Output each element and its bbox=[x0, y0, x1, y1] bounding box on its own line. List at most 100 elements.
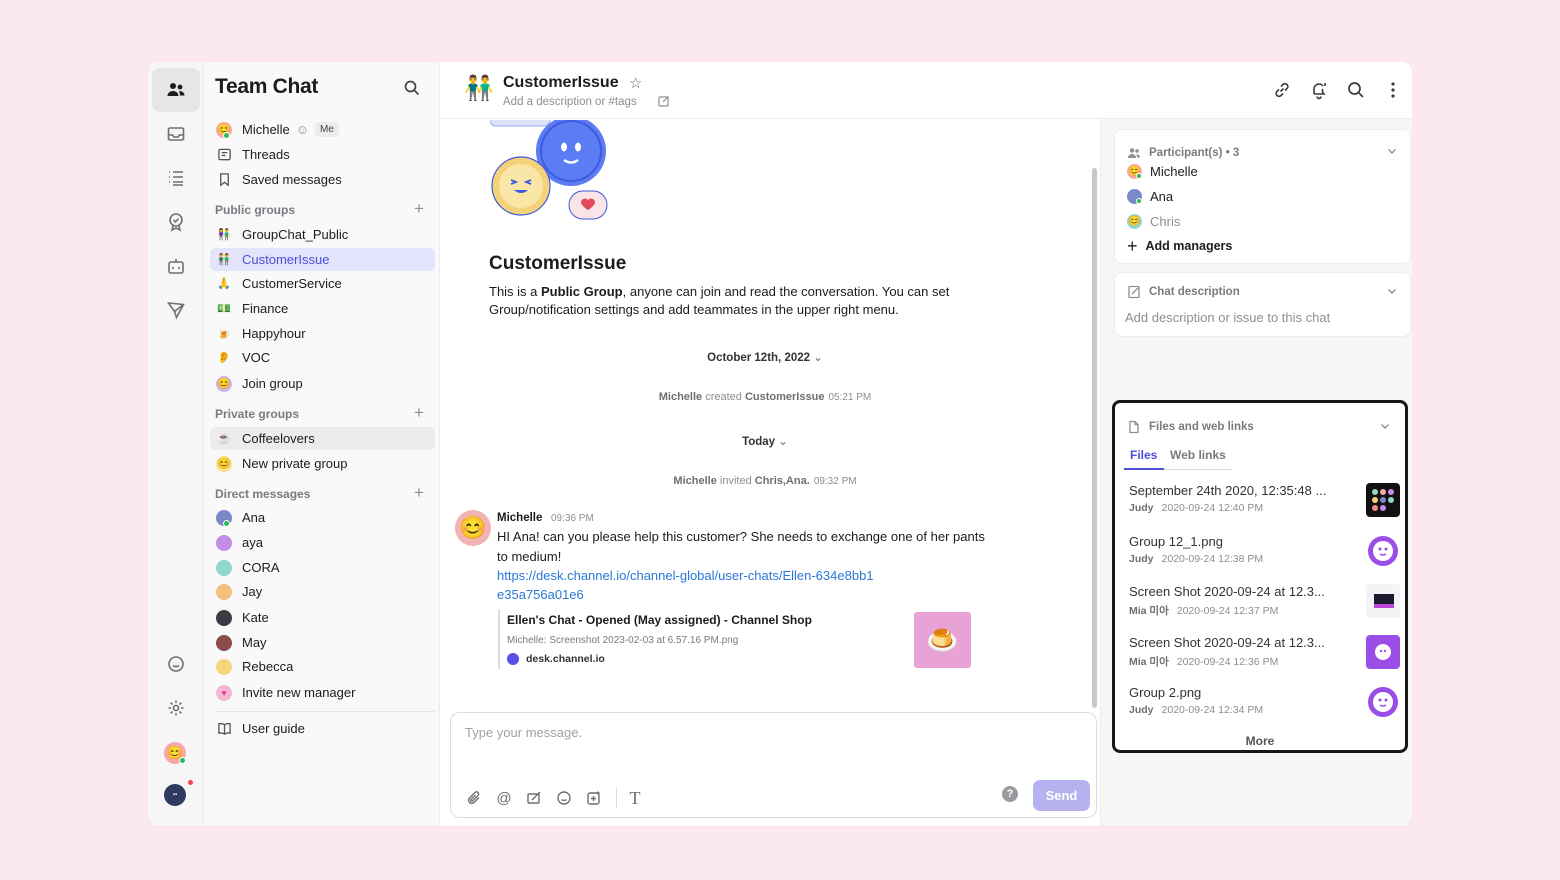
list-icon[interactable] bbox=[152, 156, 200, 200]
add-direct-message-button[interactable]: + bbox=[414, 484, 424, 501]
chat-description-input[interactable]: Add description or issue to this chat bbox=[1125, 310, 1330, 325]
file-thumbnail[interactable] bbox=[1366, 584, 1400, 618]
scrollbar-thumb[interactable] bbox=[1092, 168, 1097, 708]
attach-icon[interactable] bbox=[465, 789, 483, 807]
chat-description-heading[interactable]: Chat description bbox=[1127, 285, 1240, 299]
avatar bbox=[1127, 189, 1142, 204]
files-heading[interactable]: Files and web links bbox=[1127, 420, 1254, 434]
sidebar-item-saved-messages[interactable]: Saved messages bbox=[210, 168, 435, 191]
inbox-icon[interactable] bbox=[152, 112, 200, 156]
file-item[interactable]: Group 2.png Judy 2020-09-24 12:34 PM bbox=[1129, 685, 1400, 719]
sidebar-item-finance[interactable]: 💵 Finance bbox=[210, 297, 435, 320]
file-thumbnail[interactable] bbox=[1366, 534, 1400, 568]
star-icon[interactable]: ☆ bbox=[629, 74, 642, 92]
sidebar-item-new-private-group[interactable]: 😊 New private group bbox=[210, 452, 435, 475]
scrollbar[interactable] bbox=[1089, 120, 1100, 710]
sidebar-item-dm-kate[interactable]: Kate bbox=[210, 606, 435, 629]
sidebar-item-coffeelovers[interactable]: ☕ Coffeelovers bbox=[210, 427, 435, 450]
sidebar-item-join-group[interactable]: 😊 Join group bbox=[210, 372, 435, 395]
sidebar-item-customerservice[interactable]: 🙏 CustomerService bbox=[210, 272, 435, 295]
message-link[interactable]: https://desk.channel.io/channel-global/u… bbox=[497, 566, 877, 604]
text-format-icon[interactable]: T bbox=[626, 788, 644, 808]
bell-icon[interactable] bbox=[1309, 80, 1329, 100]
add-app-icon[interactable] bbox=[585, 789, 603, 807]
sidebar-item-voc[interactable]: 👂 VOC bbox=[210, 346, 435, 369]
file-meta: Judy 2020-09-24 12:34 PM bbox=[1129, 704, 1264, 716]
bot-icon[interactable] bbox=[152, 244, 200, 288]
file-name: Screen Shot 2020-09-24 at 12.3... bbox=[1129, 584, 1325, 599]
sidebar-item-dm-ana[interactable]: Ana bbox=[210, 506, 435, 529]
chat-description-field[interactable]: Add a description or #tags bbox=[503, 96, 637, 108]
message-composer[interactable]: Type your message. @ T ? Send bbox=[450, 712, 1097, 818]
date-separator[interactable]: Today ⌄ bbox=[440, 434, 1090, 448]
emoji-icon[interactable] bbox=[555, 789, 573, 807]
tab-web-links[interactable]: Web links bbox=[1170, 448, 1226, 462]
file-thumbnail[interactable] bbox=[1366, 685, 1400, 719]
file-name: September 24th 2020, 12:35:48 ... bbox=[1129, 483, 1327, 498]
sidebar-item-invite-new-manager[interactable]: ♥ Invite new manager bbox=[210, 681, 435, 704]
sidebar-item-label: Jay bbox=[242, 584, 263, 599]
sidebar-item-me[interactable]: 😊 Michelle ☺ Me bbox=[210, 118, 435, 141]
participant-row[interactable]: 😊 Michelle bbox=[1127, 164, 1198, 179]
add-public-group-button[interactable]: + bbox=[414, 200, 424, 217]
message-avatar[interactable]: 😊 bbox=[455, 510, 491, 546]
add-managers-button[interactable]: + Add managers bbox=[1127, 236, 1232, 256]
file-thumbnail[interactable] bbox=[1366, 483, 1400, 517]
message-author[interactable]: Michelle bbox=[497, 512, 542, 524]
mention-icon[interactable]: @ bbox=[495, 789, 513, 807]
plus-icon: + bbox=[1127, 236, 1138, 256]
gear-icon[interactable] bbox=[152, 686, 200, 730]
nav-rail: 😊 ▪▪ bbox=[148, 62, 204, 826]
sidebar-item-user-guide[interactable]: User guide bbox=[210, 717, 435, 740]
file-item[interactable]: Screen Shot 2020-09-24 at 12.3... Mia 미아… bbox=[1129, 584, 1400, 618]
edit-icon[interactable] bbox=[658, 95, 670, 110]
file-item[interactable]: Group 12_1.png Judy 2020-09-24 12:38 PM bbox=[1129, 534, 1400, 568]
sidebar-item-dm-rebecca[interactable]: Rebecca bbox=[210, 655, 435, 678]
badge-check-icon[interactable] bbox=[152, 200, 200, 244]
link-preview[interactable]: Ellen's Chat - Opened (May assigned) - C… bbox=[498, 609, 978, 669]
participant-row[interactable]: 😊 Chris bbox=[1127, 214, 1180, 229]
participant-row[interactable]: Ana bbox=[1127, 189, 1173, 204]
group-emoji-icon: ☕ bbox=[217, 433, 231, 445]
send-icon[interactable] bbox=[152, 288, 200, 332]
search-icon[interactable] bbox=[1346, 80, 1366, 100]
note-icon[interactable] bbox=[525, 789, 543, 807]
sidebar-item-happyhour[interactable]: 🍺 Happyhour bbox=[210, 322, 435, 345]
link-icon[interactable] bbox=[1272, 80, 1292, 100]
more-files-button[interactable]: More bbox=[1115, 734, 1405, 748]
sidebar-item-dm-may[interactable]: May bbox=[210, 631, 435, 654]
status-emoji-icon[interactable]: ☺ bbox=[296, 122, 309, 137]
section-heading-private-groups: Private groups bbox=[215, 407, 300, 421]
chat-title: CustomerIssue bbox=[503, 74, 619, 91]
sidebar-item-groupchat-public[interactable]: 👫 GroupChat_Public bbox=[210, 223, 435, 246]
chevron-down-icon[interactable] bbox=[1379, 420, 1391, 432]
link-preview-site: desk.channel.io bbox=[507, 653, 978, 665]
chevron-down-icon[interactable] bbox=[1386, 145, 1398, 157]
sidebar-item-threads[interactable]: Threads bbox=[210, 143, 435, 166]
sidebar-item-dm-cora[interactable]: CORA bbox=[210, 556, 435, 579]
file-item[interactable]: Screen Shot 2020-09-24 at 12.3... Mia 미아… bbox=[1129, 635, 1400, 669]
chat-bubble-smile-icon[interactable] bbox=[152, 642, 200, 686]
more-vertical-icon[interactable] bbox=[1383, 80, 1403, 100]
date-separator[interactable]: October 12th, 2022 ⌄ bbox=[440, 350, 1090, 364]
team-chat-nav-icon[interactable] bbox=[152, 68, 200, 112]
sidebar-item-dm-aya[interactable]: aya bbox=[210, 531, 435, 554]
send-button[interactable]: Send bbox=[1033, 780, 1090, 811]
file-item[interactable]: September 24th 2020, 12:35:48 ... Judy 20… bbox=[1129, 483, 1400, 517]
file-meta: Mia 미아 2020-09-24 12:37 PM bbox=[1129, 605, 1279, 617]
link-preview-thumbnail[interactable]: 🍮 bbox=[914, 612, 971, 668]
online-status-dot bbox=[179, 757, 186, 764]
workspace-avatar[interactable]: ▪▪ bbox=[164, 784, 186, 806]
sidebar-item-dm-jay[interactable]: Jay bbox=[210, 580, 435, 603]
search-icon[interactable] bbox=[403, 79, 421, 97]
avatar: 😊 bbox=[1127, 214, 1142, 229]
sidebar-item-customerissue[interactable]: 👬 CustomerIssue bbox=[210, 248, 435, 271]
tab-files[interactable]: Files bbox=[1130, 448, 1157, 462]
file-thumbnail[interactable] bbox=[1366, 635, 1400, 669]
message-time: 09:36 PM bbox=[551, 513, 594, 524]
help-icon[interactable]: ? bbox=[1002, 786, 1018, 802]
participants-heading[interactable]: Participant(s) • 3 bbox=[1127, 146, 1239, 160]
add-private-group-button[interactable]: + bbox=[414, 404, 424, 421]
chevron-down-icon[interactable] bbox=[1386, 285, 1398, 297]
message-input[interactable]: Type your message. bbox=[465, 725, 582, 740]
